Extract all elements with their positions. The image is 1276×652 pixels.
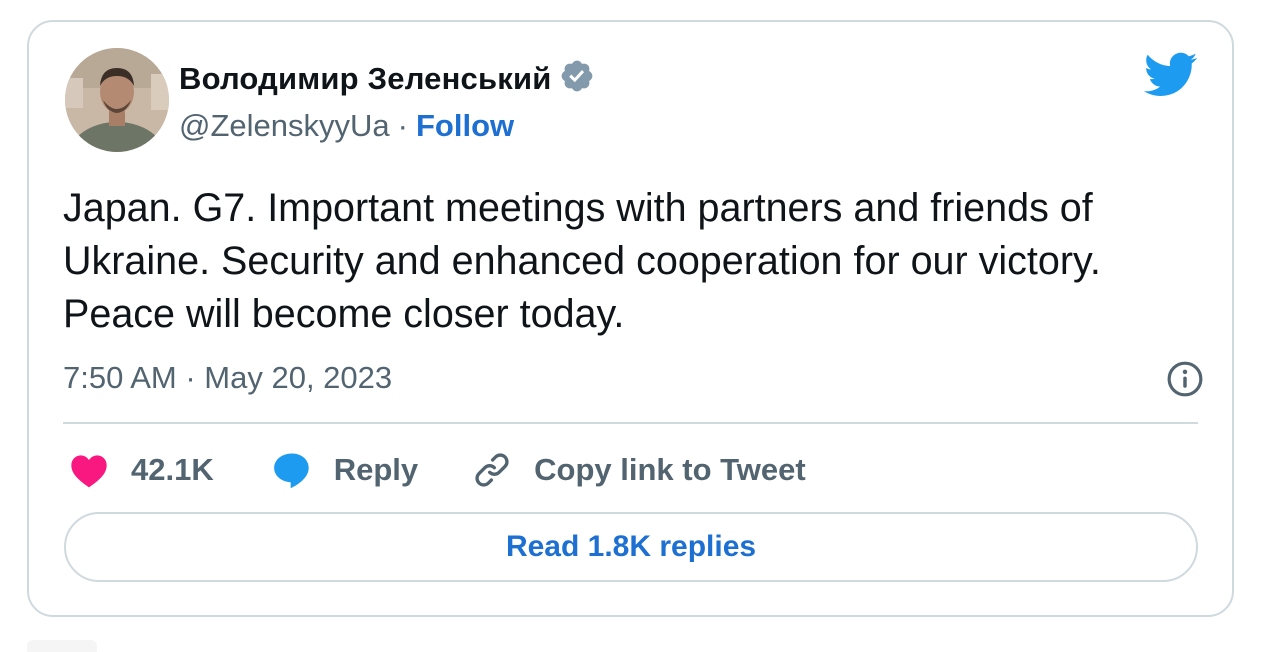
next-embed-edge bbox=[27, 640, 97, 652]
like-button[interactable]: 42.1K bbox=[69, 452, 214, 488]
copy-link-button[interactable]: Copy link to Tweet bbox=[472, 450, 806, 490]
tweet-text: Japan. G7. Important meetings with partn… bbox=[63, 186, 1101, 336]
verified-badge-icon bbox=[559, 58, 595, 99]
author-name-row: Володимир Зеленський bbox=[179, 58, 595, 99]
follow-link[interactable]: Follow bbox=[416, 108, 514, 144]
info-icon[interactable] bbox=[1166, 360, 1204, 398]
read-replies-button[interactable]: Read 1.8K replies bbox=[64, 512, 1198, 582]
author-handle-row: @ZelenskyyUa · Follow bbox=[179, 108, 514, 144]
author-name[interactable]: Володимир Зеленський bbox=[179, 61, 551, 97]
copy-link-label: Copy link to Tweet bbox=[534, 452, 806, 487]
tweet-timestamp[interactable]: 7:50 AM · May 20, 2023 bbox=[63, 360, 392, 396]
heart-icon bbox=[71, 455, 107, 488]
link-icon bbox=[475, 453, 509, 487]
action-bar: 42.1K Reply Copy link to Tweet bbox=[69, 448, 806, 492]
reply-label: Reply bbox=[333, 452, 419, 487]
speech-bubble-icon bbox=[273, 453, 309, 489]
separator-dot: · bbox=[397, 108, 408, 143]
avatar-image bbox=[65, 48, 169, 152]
twitter-bird-icon[interactable] bbox=[1143, 52, 1198, 98]
like-count: 42.1K bbox=[131, 452, 214, 487]
reply-button[interactable]: Reply bbox=[272, 451, 418, 489]
tweet-embed-card: Володимир Зеленський @ZelenskyyUa · Foll… bbox=[27, 20, 1234, 617]
avatar[interactable] bbox=[65, 48, 169, 152]
divider bbox=[63, 422, 1198, 424]
author-handle[interactable]: @ZelenskyyUa bbox=[179, 108, 390, 144]
